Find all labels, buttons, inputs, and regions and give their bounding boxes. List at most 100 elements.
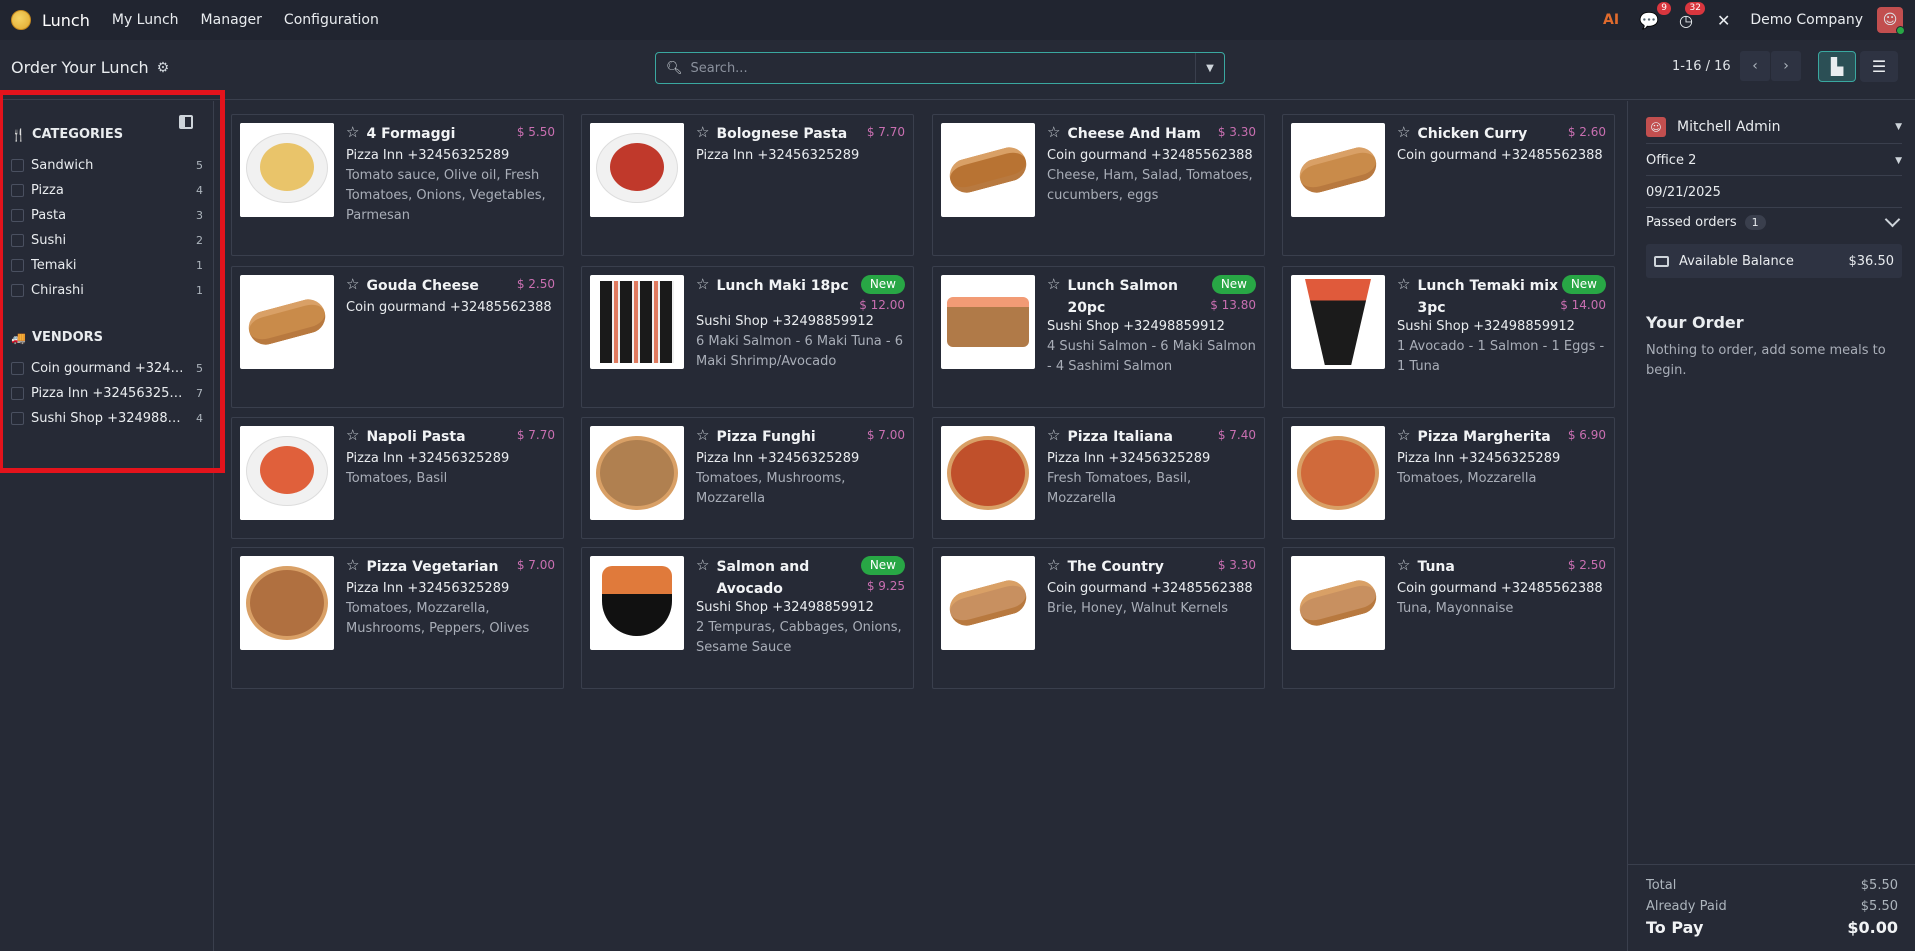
messages-icon[interactable]: 💬 9 [1639,1,1671,30]
product-card[interactable]: ☆ Lunch Salmon 20pc New $ 13.80 Sushi Shop +… [932,266,1265,408]
lunch-app-icon[interactable] [11,10,31,30]
chevron-down-icon [1884,211,1901,228]
product-vendor: Pizza Inn +32456325289 [696,451,860,466]
star-icon[interactable]: ☆ [346,426,359,444]
date-field[interactable]: 09/21/2025 [1646,185,1902,200]
app-name[interactable]: Lunch [42,11,90,30]
star-icon[interactable]: ☆ [346,275,359,293]
star-icon[interactable]: ☆ [696,426,709,444]
product-card[interactable]: ☆ Salmon and Avocado New $ 9.25 Sushi Shop +… [581,547,914,689]
product-description: Brie, Honey, Walnut Kernels [1047,601,1228,616]
star-icon[interactable]: ☆ [1397,123,1410,141]
product-card[interactable]: ☆ Napoli Pasta $ 7.70 Pizza Inn +3245632528… [231,417,564,539]
activity-clock-icon[interactable]: ◷ 32 [1679,1,1705,30]
star-icon[interactable]: ☆ [1397,426,1410,444]
pager-value[interactable]: 1-16 / 16 [1672,59,1731,74]
product-card[interactable]: ☆ 4 Formaggi $ 5.50 Pizza Inn +32456325289 T… [231,114,564,256]
product-description: 2 Tempuras, Cabbages, Onions, Sesame Sau… [696,620,902,655]
product-image-box [590,275,684,369]
product-image-box [1291,426,1385,520]
product-title-row: ☆ Lunch Temaki mix 3pc New $ 14.00 [1397,275,1606,319]
location-selector[interactable]: Office 2 ▼ [1646,153,1902,168]
product-vendor: Coin gourmand +32485562388 [1397,581,1603,596]
star-icon[interactable]: ☆ [1397,556,1410,574]
product-vendor: Sushi Shop +32498859912 [1047,319,1225,334]
star-icon[interactable]: ☆ [696,556,709,574]
menu-manager[interactable]: Manager [201,12,262,28]
total-row: Total $5.50 [1646,878,1898,893]
price-column: New $ 14.00 [1560,275,1606,314]
menu-my-lunch[interactable]: My Lunch [112,12,179,28]
kanban-view-button[interactable]: ▙ [1818,51,1856,82]
passed-orders-toggle[interactable]: Passed orders 1 [1646,211,1902,230]
product-vendor: Pizza Inn +32456325289 [346,451,510,466]
product-title-row: ☆ Salmon and Avocado New $ 9.25 [696,556,905,600]
new-badge: New [860,556,905,575]
star-icon[interactable]: ☆ [346,123,359,141]
product-card[interactable]: ☆ The Country $ 3.30 Coin gourmand +3248556… [932,547,1265,689]
product-card[interactable]: ☆ Cheese And Ham $ 3.30 Coin gourmand +3248… [932,114,1265,256]
breadcrumb: Order Your Lunch ⚙ [11,58,169,77]
product-image-box [590,123,684,217]
price-column: New $ 12.00 [859,275,905,314]
search-options-toggle[interactable]: ▼ [1195,53,1224,83]
gear-icon[interactable]: ⚙ [157,60,170,76]
product-name: Gouda Cheese [366,278,479,294]
product-info: ☆ Tuna $ 2.50 Coin gourmand +32485562388 Tun… [1397,556,1606,619]
product-card[interactable]: ☆ Gouda Cheese $ 2.50 Coin gourmand +324855… [231,266,564,408]
star-icon[interactable]: ☆ [1047,275,1060,293]
pager-next-button[interactable]: › [1771,51,1801,81]
product-info: ☆ The Country $ 3.30 Coin gourmand +3248556… [1047,556,1256,619]
your-order-title: Your Order [1646,313,1744,332]
star-icon[interactable]: ☆ [1047,556,1060,574]
search-box: 🔍︎ ▼ [655,52,1225,84]
product-card[interactable]: ☆ Lunch Maki 18pc New $ 12.00 Sushi Shop +32… [581,266,914,408]
product-image [240,123,334,217]
product-card[interactable]: ☆ Lunch Temaki mix 3pc New $ 14.00 Sushi Sho… [1282,266,1615,408]
product-vendor: Pizza Inn +32456325289 [1397,451,1561,466]
star-icon[interactable]: ☆ [346,556,359,574]
product-card[interactable]: ☆ Pizza Funghi $ 7.00 Pizza Inn +3245632528… [581,417,914,539]
product-image [590,275,684,369]
product-image-box [590,426,684,520]
product-info: ☆ Cheese And Ham $ 3.30 Coin gourmand +3248… [1047,123,1256,206]
product-description: Tomatoes, Mozzarella, Mushrooms, Peppers… [346,601,530,636]
ai-icon[interactable]: AI [1603,12,1619,28]
product-image [240,556,334,650]
product-card[interactable]: ☆ Chicken Curry $ 2.60 Coin gourmand +32485… [1282,114,1615,256]
product-title-row: ☆ Bolognese Pasta $ 7.70 [696,123,905,145]
pager-previous-button[interactable]: ‹ [1740,51,1770,81]
product-image-box [240,123,334,217]
new-badge: New [1561,275,1606,294]
product-image-box [1291,556,1385,650]
activities-badge: 32 [1685,1,1705,15]
passed-orders-count: 1 [1744,215,1766,230]
user-avatar[interactable]: ☺ [1877,7,1905,35]
product-info: ☆ Pizza Margherita $ 6.90 Pizza Inn +324563… [1397,426,1606,489]
star-icon[interactable]: ☆ [696,123,709,141]
company-switcher[interactable]: Demo Company [1750,12,1863,28]
menu-configuration[interactable]: Configuration [284,12,379,28]
product-name: Pizza Italiana [1067,429,1173,445]
available-balance: Available Balance $36.50 [1646,244,1902,278]
product-card[interactable]: ☆ Pizza Italiana $ 7.40 Pizza Inn +32456325… [932,417,1265,539]
user-selector[interactable]: ☺ Mitchell Admin ▼ [1646,117,1902,137]
product-price: $ 13.80 [1210,298,1256,312]
star-icon[interactable]: ☆ [1047,123,1060,141]
product-title-row: ☆ Pizza Funghi $ 7.00 [696,426,905,448]
search-input[interactable] [690,54,1195,82]
product-image [1291,556,1385,650]
product-card[interactable]: ☆ Pizza Margherita $ 6.90 Pizza Inn +324563… [1282,417,1615,539]
product-card[interactable]: ☆ Pizza Vegetarian $ 7.00 Pizza Inn +324563… [231,547,564,689]
product-vendor: Sushi Shop +32498859912 [696,314,874,329]
star-icon[interactable]: ☆ [696,275,709,293]
star-icon[interactable]: ☆ [1397,275,1410,293]
product-card[interactable]: ☆ Bolognese Pasta $ 7.70 Pizza Inn +3245632… [581,114,914,256]
product-title-row: ☆ Lunch Maki 18pc New $ 12.00 [696,275,905,314]
product-description: Tuna, Mayonnaise [1397,601,1514,616]
debug-tools-icon[interactable]: ✕ [1717,11,1730,30]
star-icon[interactable]: ☆ [1047,426,1060,444]
product-card[interactable]: ☆ Tuna $ 2.50 Coin gourmand +32485562388 Tun… [1282,547,1615,689]
list-view-button[interactable]: ☰ [1860,51,1898,82]
product-info: ☆ Pizza Vegetarian $ 7.00 Pizza Inn +324563… [346,556,555,639]
